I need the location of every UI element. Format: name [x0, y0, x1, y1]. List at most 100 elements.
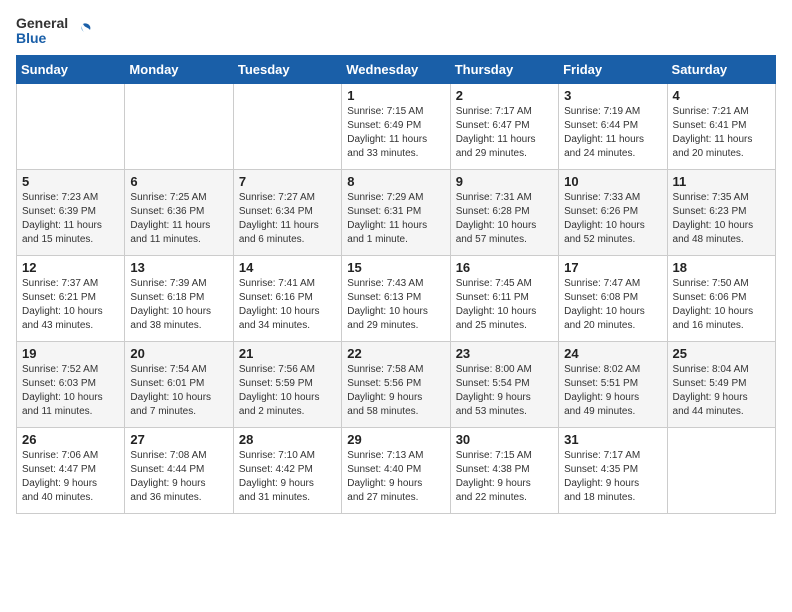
day-cell-20: 20 Sunrise: 7:54 AM Sunset: 6:01 PM Dayli… — [125, 341, 233, 427]
day-info: Sunrise: 7:35 AM Sunset: 6:23 PM Dayligh… — [673, 191, 770, 247]
day-number: 25 — [673, 346, 770, 361]
day-number: 22 — [347, 346, 444, 361]
day-number: 21 — [239, 346, 336, 361]
day-cell-22: 22 Sunrise: 7:58 AM Sunset: 5:56 PM Dayli… — [342, 341, 450, 427]
weekday-header-thursday: Thursday — [450, 55, 558, 83]
weekday-header-friday: Friday — [559, 55, 667, 83]
day-number: 19 — [22, 346, 119, 361]
day-cell-16: 16 Sunrise: 7:45 AM Sunset: 6:11 PM Dayli… — [450, 255, 558, 341]
day-info: Sunrise: 7:06 AM Sunset: 4:47 PM Dayligh… — [22, 449, 119, 505]
day-info: Sunrise: 7:33 AM Sunset: 6:26 PM Dayligh… — [564, 191, 661, 247]
day-info: Sunrise: 7:15 AM Sunset: 4:38 PM Dayligh… — [456, 449, 553, 505]
day-number: 11 — [673, 174, 770, 189]
day-number: 3 — [564, 88, 661, 103]
day-info: Sunrise: 7:52 AM Sunset: 6:03 PM Dayligh… — [22, 363, 119, 419]
day-number: 20 — [130, 346, 227, 361]
day-cell-26: 26 Sunrise: 7:06 AM Sunset: 4:47 PM Dayli… — [17, 427, 125, 513]
day-info: Sunrise: 7:41 AM Sunset: 6:16 PM Dayligh… — [239, 277, 336, 333]
day-number: 13 — [130, 260, 227, 275]
day-number: 16 — [456, 260, 553, 275]
day-number: 26 — [22, 432, 119, 447]
day-cell-30: 30 Sunrise: 7:15 AM Sunset: 4:38 PM Dayli… — [450, 427, 558, 513]
logo: General Blue — [16, 16, 94, 47]
day-info: Sunrise: 7:23 AM Sunset: 6:39 PM Dayligh… — [22, 191, 119, 247]
calendar-body: 1 Sunrise: 7:15 AM Sunset: 6:49 PM Daylig… — [17, 83, 776, 513]
weekday-header-tuesday: Tuesday — [233, 55, 341, 83]
day-number: 9 — [456, 174, 553, 189]
day-cell-3: 3 Sunrise: 7:19 AM Sunset: 6:44 PM Daylig… — [559, 83, 667, 169]
day-info: Sunrise: 7:56 AM Sunset: 5:59 PM Dayligh… — [239, 363, 336, 419]
day-info: Sunrise: 7:17 AM Sunset: 4:35 PM Dayligh… — [564, 449, 661, 505]
day-info: Sunrise: 7:21 AM Sunset: 6:41 PM Dayligh… — [673, 105, 770, 161]
day-info: Sunrise: 7:13 AM Sunset: 4:40 PM Dayligh… — [347, 449, 444, 505]
day-number: 24 — [564, 346, 661, 361]
weekday-header-wednesday: Wednesday — [342, 55, 450, 83]
day-number: 15 — [347, 260, 444, 275]
day-cell-19: 19 Sunrise: 7:52 AM Sunset: 6:03 PM Dayli… — [17, 341, 125, 427]
day-cell-25: 25Sunrise: 8:04 AM Sunset: 5:49 PM Dayli… — [667, 341, 775, 427]
day-cell-23: 23Sunrise: 8:00 AM Sunset: 5:54 PM Dayli… — [450, 341, 558, 427]
day-number: 30 — [456, 432, 553, 447]
day-cell-28: 28 Sunrise: 7:10 AM Sunset: 4:42 PM Dayli… — [233, 427, 341, 513]
day-number: 27 — [130, 432, 227, 447]
day-number: 10 — [564, 174, 661, 189]
day-info: Sunrise: 8:02 AM Sunset: 5:51 PM Dayligh… — [564, 363, 661, 419]
day-cell-12: 12 Sunrise: 7:37 AM Sunset: 6:21 PM Dayli… — [17, 255, 125, 341]
day-info: Sunrise: 7:27 AM Sunset: 6:34 PM Dayligh… — [239, 191, 336, 247]
day-info: Sunrise: 7:08 AM Sunset: 4:44 PM Dayligh… — [130, 449, 227, 505]
day-number: 31 — [564, 432, 661, 447]
day-number: 1 — [347, 88, 444, 103]
day-number: 4 — [673, 88, 770, 103]
day-info: Sunrise: 7:29 AM Sunset: 6:31 PM Dayligh… — [347, 191, 444, 247]
week-row-4: 19 Sunrise: 7:52 AM Sunset: 6:03 PM Dayli… — [17, 341, 776, 427]
day-cell-31: 31 Sunrise: 7:17 AM Sunset: 4:35 PM Dayli… — [559, 427, 667, 513]
day-info: Sunrise: 7:10 AM Sunset: 4:42 PM Dayligh… — [239, 449, 336, 505]
day-number: 28 — [239, 432, 336, 447]
day-cell-9: 9Sunrise: 7:31 AM Sunset: 6:28 PM Daylig… — [450, 169, 558, 255]
day-info: Sunrise: 7:58 AM Sunset: 5:56 PM Dayligh… — [347, 363, 444, 419]
empty-cell — [233, 83, 341, 169]
day-cell-5: 5Sunrise: 7:23 AM Sunset: 6:39 PM Daylig… — [17, 169, 125, 255]
day-info: Sunrise: 7:50 AM Sunset: 6:06 PM Dayligh… — [673, 277, 770, 333]
day-cell-27: 27 Sunrise: 7:08 AM Sunset: 4:44 PM Dayli… — [125, 427, 233, 513]
day-cell-8: 8 Sunrise: 7:29 AM Sunset: 6:31 PM Daylig… — [342, 169, 450, 255]
empty-cell — [17, 83, 125, 169]
logo-blue: Blue — [16, 31, 68, 46]
day-info: Sunrise: 7:54 AM Sunset: 6:01 PM Dayligh… — [130, 363, 227, 419]
day-number: 18 — [673, 260, 770, 275]
day-cell-18: 18 Sunrise: 7:50 AM Sunset: 6:06 PM Dayli… — [667, 255, 775, 341]
empty-cell — [125, 83, 233, 169]
day-cell-1: 1 Sunrise: 7:15 AM Sunset: 6:49 PM Daylig… — [342, 83, 450, 169]
day-number: 2 — [456, 88, 553, 103]
day-info: Sunrise: 7:39 AM Sunset: 6:18 PM Dayligh… — [130, 277, 227, 333]
day-info: Sunrise: 7:19 AM Sunset: 6:44 PM Dayligh… — [564, 105, 661, 161]
day-info: Sunrise: 7:43 AM Sunset: 6:13 PM Dayligh… — [347, 277, 444, 333]
empty-cell — [667, 427, 775, 513]
day-cell-13: 13 Sunrise: 7:39 AM Sunset: 6:18 PM Dayli… — [125, 255, 233, 341]
day-info: Sunrise: 7:47 AM Sunset: 6:08 PM Dayligh… — [564, 277, 661, 333]
day-info: Sunrise: 7:25 AM Sunset: 6:36 PM Dayligh… — [130, 191, 227, 247]
day-number: 17 — [564, 260, 661, 275]
week-row-1: 1 Sunrise: 7:15 AM Sunset: 6:49 PM Daylig… — [17, 83, 776, 169]
day-info: Sunrise: 7:37 AM Sunset: 6:21 PM Dayligh… — [22, 277, 119, 333]
week-row-3: 12 Sunrise: 7:37 AM Sunset: 6:21 PM Dayli… — [17, 255, 776, 341]
day-number: 12 — [22, 260, 119, 275]
weekday-header-sunday: Sunday — [17, 55, 125, 83]
day-cell-7: 7 Sunrise: 7:27 AM Sunset: 6:34 PM Daylig… — [233, 169, 341, 255]
day-info: Sunrise: 7:45 AM Sunset: 6:11 PM Dayligh… — [456, 277, 553, 333]
day-cell-29: 29Sunrise: 7:13 AM Sunset: 4:40 PM Dayli… — [342, 427, 450, 513]
day-number: 7 — [239, 174, 336, 189]
day-number: 6 — [130, 174, 227, 189]
day-info: Sunrise: 7:15 AM Sunset: 6:49 PM Dayligh… — [347, 105, 444, 161]
day-number: 8 — [347, 174, 444, 189]
day-cell-6: 6 Sunrise: 7:25 AM Sunset: 6:36 PM Daylig… — [125, 169, 233, 255]
day-number: 23 — [456, 346, 553, 361]
day-cell-21: 21 Sunrise: 7:56 AM Sunset: 5:59 PM Dayli… — [233, 341, 341, 427]
week-row-5: 26 Sunrise: 7:06 AM Sunset: 4:47 PM Dayli… — [17, 427, 776, 513]
day-cell-15: 15 Sunrise: 7:43 AM Sunset: 6:13 PM Dayli… — [342, 255, 450, 341]
day-cell-4: 4 Sunrise: 7:21 AM Sunset: 6:41 PM Daylig… — [667, 83, 775, 169]
day-cell-10: 10 Sunrise: 7:33 AM Sunset: 6:26 PM Dayli… — [559, 169, 667, 255]
day-cell-14: 14Sunrise: 7:41 AM Sunset: 6:16 PM Dayli… — [233, 255, 341, 341]
weekday-header-row: SundayMondayTuesdayWednesdayThursdayFrid… — [17, 55, 776, 83]
day-cell-24: 24 Sunrise: 8:02 AM Sunset: 5:51 PM Dayli… — [559, 341, 667, 427]
